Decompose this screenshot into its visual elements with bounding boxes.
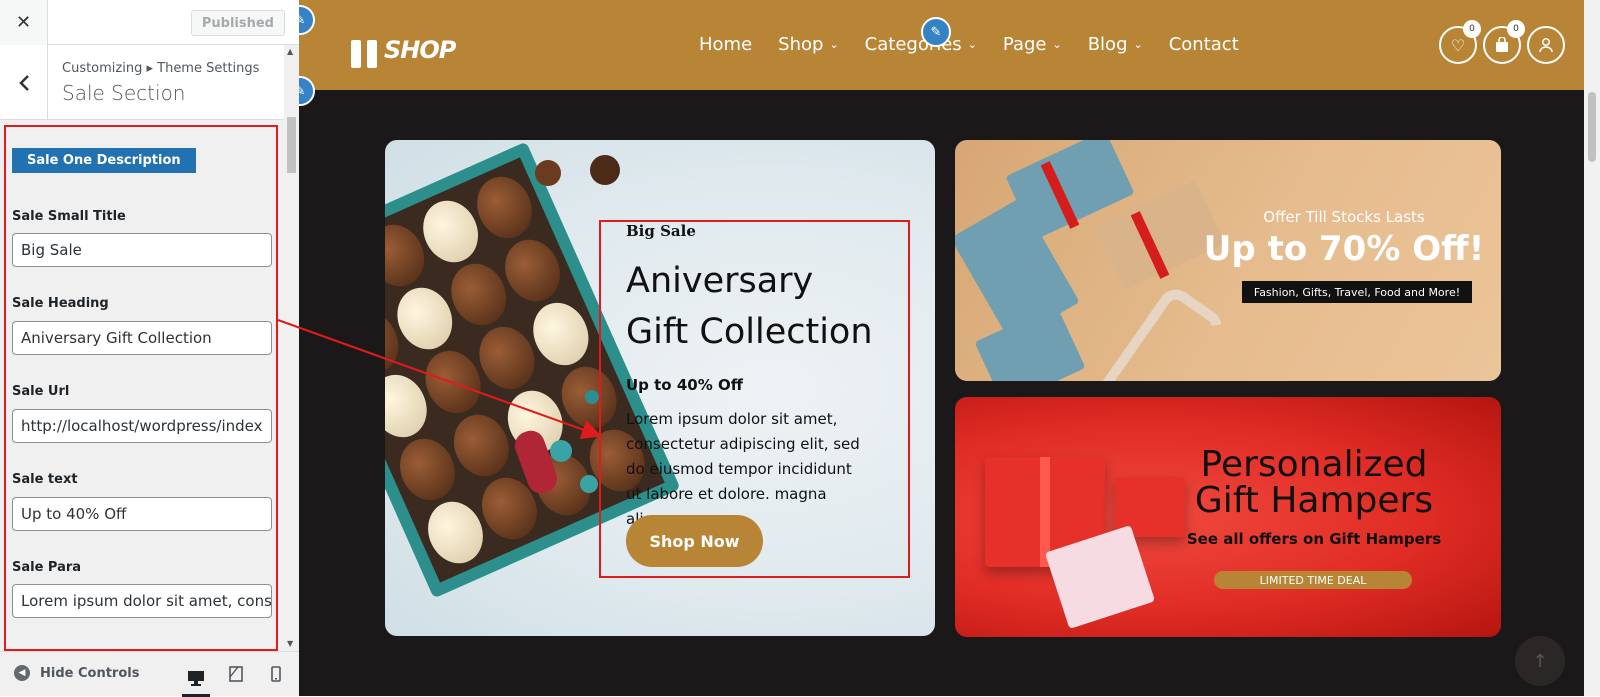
section-title: Sale Section (62, 81, 186, 105)
pencil-icon: ✎ (930, 24, 942, 40)
chevron-down-icon: ⌄ (1133, 38, 1143, 51)
close-icon: ✕ (15, 12, 32, 33)
offer-heading: Up to 70% Off! (1203, 229, 1485, 269)
nav-shop[interactable]: Shop ⌄ (778, 34, 839, 55)
chevron-down-icon: ⌄ (967, 38, 977, 51)
site-preview: SHOP Home Shop ⌄ Categories ⌄ Page ⌄ Blog ⌄ … (299, 0, 1600, 696)
cart-button[interactable]: 0 (1483, 20, 1525, 64)
close-customizer-button[interactable]: ✕ (0, 0, 48, 45)
chocolate-piece (580, 475, 598, 493)
back-to-top-button[interactable]: ↑ (1515, 636, 1565, 686)
shopping-bag-icon (1496, 37, 1508, 52)
customizer-topbar: ✕ Published (0, 0, 299, 45)
nav-label: Home (699, 34, 753, 55)
nav-label: Page (1002, 34, 1047, 55)
section-header: Customizing ▸ Theme Settings Sale Sectio… (0, 45, 284, 120)
sale-para: Lorem ipsum dolor sit amet, consectetur … (626, 410, 860, 528)
breadcrumb: Customizing ▸ Theme Settings (62, 61, 260, 76)
wishlist-button[interactable]: ♡ 0 (1439, 20, 1481, 64)
nav-page[interactable]: Page ⌄ (1003, 34, 1062, 55)
publish-button[interactable]: Published (190, 10, 285, 36)
limited-deal-badge[interactable]: LIMITED TIME DEAL (1214, 571, 1412, 589)
logo-mark-bar (351, 40, 361, 68)
logo-text: SHOP (384, 36, 456, 64)
nav-label: Blog (1087, 34, 1128, 55)
sale-small-title-input[interactable]: Big Sale (12, 233, 272, 267)
sale-url-input[interactable]: http://localhost/wordpress/index (12, 409, 272, 443)
description-badge: Sale One Description (12, 148, 196, 173)
logo-mark-bar (367, 40, 377, 68)
candy-cane-image (1091, 282, 1229, 381)
nav-home[interactable]: Home (699, 34, 752, 55)
mobile-preview-button[interactable] (262, 662, 290, 686)
chevron-down-icon: ⌄ (829, 38, 839, 51)
tablet-icon (229, 666, 243, 682)
chocolate-piece (535, 160, 561, 186)
scroll-down-icon[interactable]: ▼ (287, 639, 293, 648)
nav-label: Contact (1168, 34, 1239, 55)
sale-para-input[interactable]: Lorem ipsum dolor sit amet, conse (12, 584, 272, 618)
desktop-icon (188, 671, 204, 686)
tablet-preview-button[interactable] (222, 662, 250, 686)
mobile-icon (271, 666, 281, 682)
site-logo[interactable]: SHOP (325, 8, 456, 68)
controls-panel: Sale One Description Sale Small Title Bi… (0, 121, 284, 651)
customizer-sidebar: ✕ Published Customizing ▸ Theme Settings… (0, 0, 299, 697)
sidebar-scrollbar[interactable]: ▲ ▼ (284, 45, 299, 651)
sale-text-label: Sale text (12, 472, 78, 487)
chocolate (495, 231, 570, 311)
sale-heading-label: Sale Heading (12, 296, 109, 311)
chocolate-piece (550, 440, 572, 462)
shop-now-button[interactable]: Shop Now (626, 515, 763, 567)
sale-text: Up to 40% Off (626, 376, 743, 394)
hide-controls-button[interactable]: ◀ Hide Controls (14, 665, 139, 681)
sale-text-input[interactable]: Up to 40% Off (12, 497, 272, 531)
main-nav: Home Shop ⌄ Categories ⌄ Page ⌄ Blog ⌄ Conta… (699, 34, 1265, 55)
offer-tagline: Fashion, Gifts, Travel, Food and More! (1242, 281, 1472, 303)
pencil-icon: ✎ (299, 12, 306, 28)
cart-count: 0 (1507, 20, 1525, 38)
chocolate-piece (585, 390, 599, 404)
account-button[interactable] (1527, 26, 1565, 64)
sale-heading-input[interactable]: Aniversary Gift Collection (12, 321, 272, 355)
desktop-preview-button[interactable] (182, 662, 210, 697)
hide-controls-label: Hide Controls (40, 665, 140, 681)
nav-blog[interactable]: Blog ⌄ (1088, 34, 1143, 55)
nav-label: Shop (778, 34, 824, 55)
chocolate-piece (590, 155, 620, 185)
sale-url-label: Sale Url (12, 384, 70, 399)
sidebar-scroll-thumb[interactable] (287, 117, 296, 173)
gift-box-image (974, 304, 1086, 381)
chocolate (467, 167, 542, 248)
nav-contact[interactable]: Contact (1169, 34, 1239, 55)
preview-scroll-thumb[interactable] (1588, 92, 1596, 162)
chevron-down-icon: ⌄ (1052, 38, 1062, 51)
arrow-up-icon: ↑ (1532, 650, 1548, 672)
hampers-heading: Personalized Gift Hampers (1194, 444, 1434, 521)
pencil-icon: ✎ (299, 83, 306, 99)
nav-categories[interactable]: Categories ⌄ (865, 34, 977, 55)
heart-icon: ♡ (1450, 35, 1466, 55)
user-icon (1539, 38, 1553, 53)
preview-scrollbar[interactable] (1584, 0, 1600, 696)
edit-menu-shortcut[interactable]: ✎ (921, 17, 951, 47)
back-button[interactable] (0, 45, 48, 120)
sale-heading: Aniversary Gift Collection (626, 261, 873, 352)
hampers-subtitle: See all offers on Gift Hampers (1186, 530, 1442, 548)
sale-para-label: Sale Para (12, 560, 82, 575)
scroll-up-icon[interactable]: ▲ (287, 47, 293, 56)
sale-small-title-label: Sale Small Title (12, 209, 126, 224)
offer-subtitle: Offer Till Stocks Lasts (1263, 208, 1425, 226)
wishlist-count: 0 (1463, 20, 1481, 38)
customizer-footer: ◀ Hide Controls (0, 651, 299, 697)
chevron-left-icon (18, 74, 29, 91)
collapse-icon: ◀ (14, 665, 30, 681)
sale-small-title: Big Sale (626, 222, 696, 240)
